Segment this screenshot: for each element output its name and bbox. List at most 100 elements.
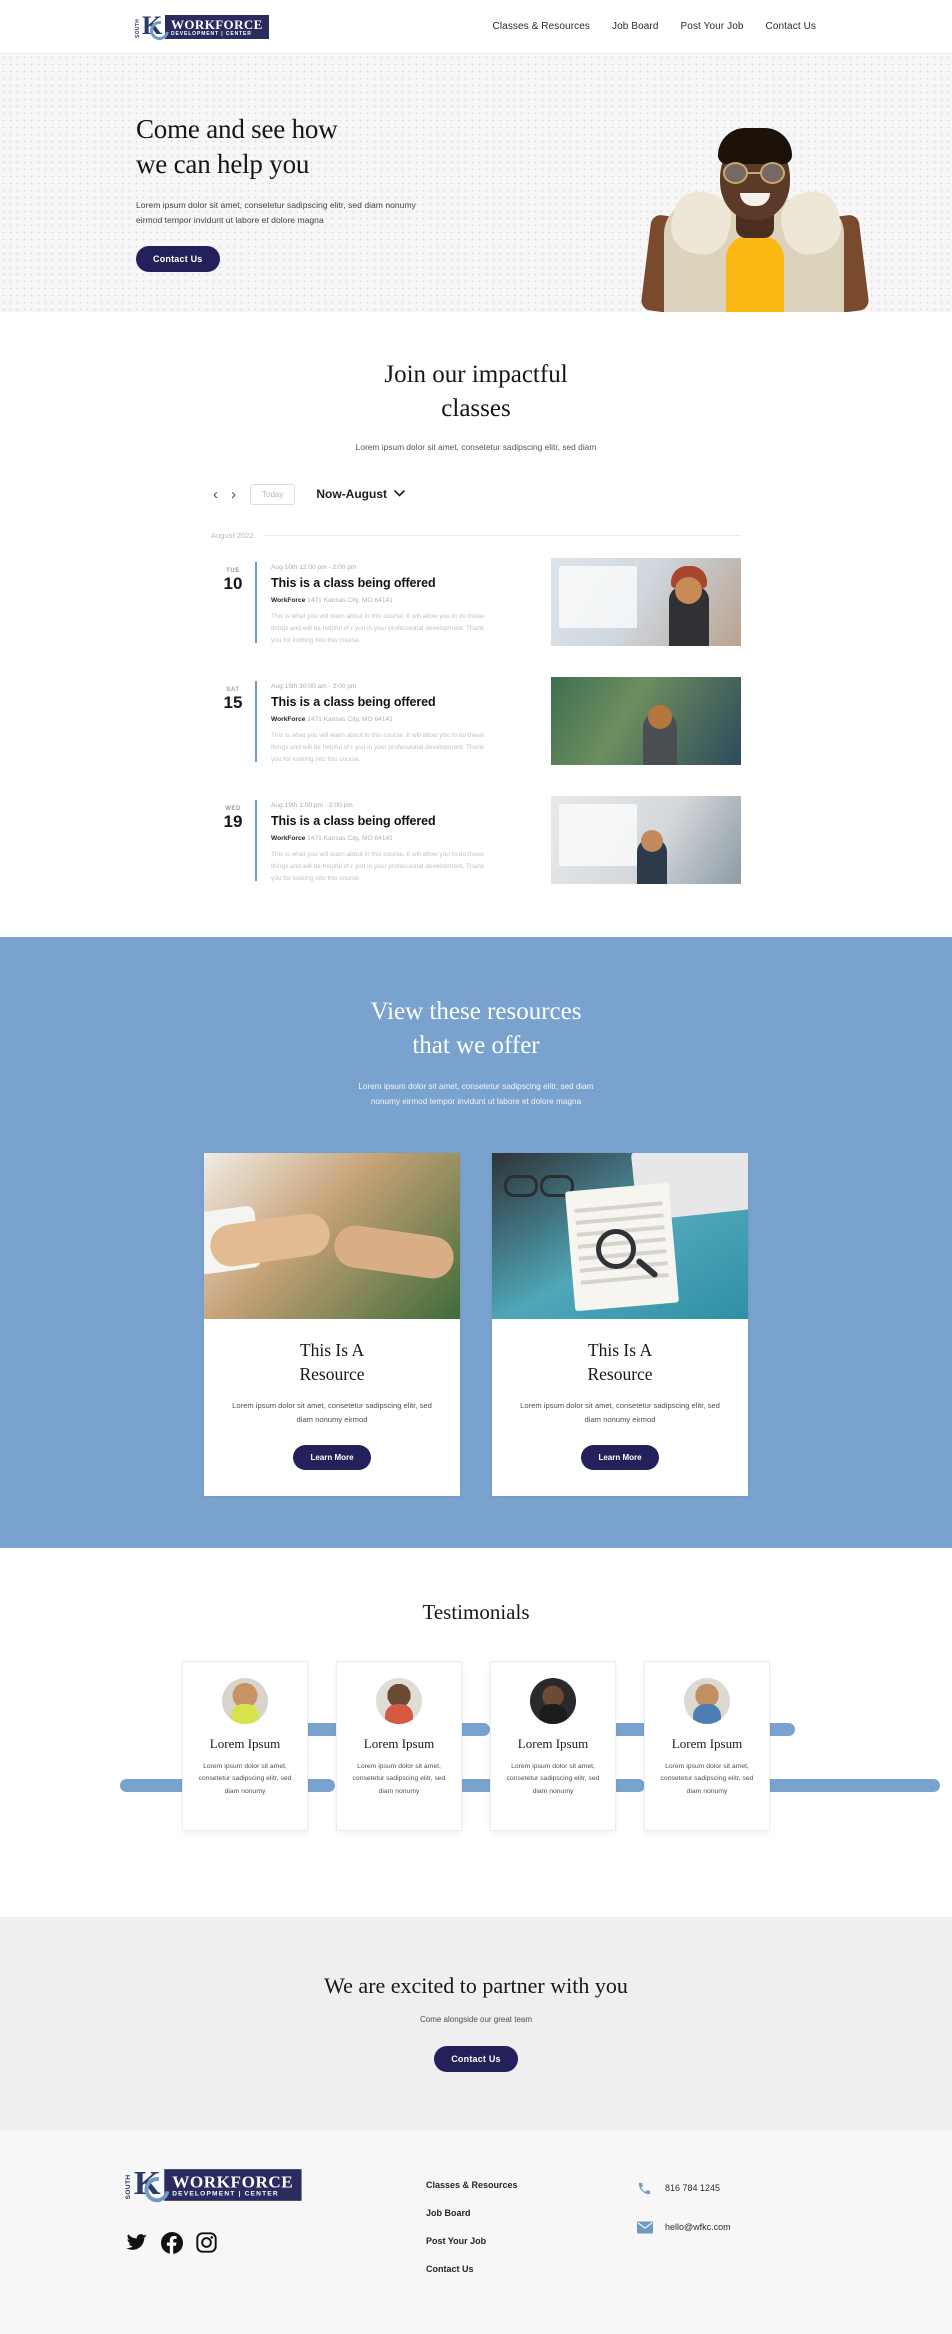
hero-section: Come and see how we can help you Lorem i…: [0, 54, 952, 312]
testimonial-card[interactable]: Lorem Ipsum Lorem ipsum dolor sit amet, …: [336, 1660, 462, 1831]
portrait-glasses-bridge: [748, 172, 760, 174]
resource-image-hand-right: [331, 1223, 457, 1282]
event-venue-address: 1471 Kansas City, MO 64141: [307, 715, 393, 723]
footer-inner: SOUTH K WORKFORCE DEVELOPMENT | CENTER C…: [125, 2166, 826, 2292]
testimonial-card[interactable]: Lorem Ipsum Lorem ipsum dolor sit amet, …: [644, 1660, 770, 1831]
event-day-number: 19: [223, 811, 243, 831]
footer-link-contact-us[interactable]: Contact Us: [426, 2264, 636, 2274]
portrait-glasses-left: [723, 162, 748, 184]
resource-card-title: This Is A Resource: [226, 1339, 438, 1386]
event-thumbnail-image: [551, 795, 741, 884]
instagram-icon[interactable]: [196, 2232, 217, 2253]
calendar-prev-icon[interactable]: ‹: [211, 487, 220, 502]
cta-section: We are excited to partner with you Come …: [0, 1916, 952, 2130]
event-venue: WorkForce 1471 Kansas City, MO 64141: [271, 835, 537, 842]
resource-learn-more-button[interactable]: Learn More: [581, 1444, 659, 1470]
avatar: [222, 1677, 268, 1724]
class-event-row[interactable]: SAT 15 Aug 15th 10:00 am - 2:00 pm This …: [211, 676, 741, 778]
site-logo[interactable]: SOUTH K WORKFORCE DEVELOPMENT | CENTER: [135, 12, 269, 44]
resource-learn-more-button[interactable]: Learn More: [293, 1444, 371, 1470]
resources-title-line2: that we offer: [412, 1032, 540, 1060]
event-venue-name: WorkForce: [271, 834, 306, 842]
nav-item-job-board[interactable]: Job Board: [612, 21, 659, 32]
nav-item-post-your-job[interactable]: Post Your Job: [681, 21, 744, 32]
event-venue: WorkForce 1471 Kansas City, MO 64141: [271, 597, 537, 604]
classes-title: Join our impactful classes: [0, 358, 952, 426]
event-venue-address: 1471 Kansas City, MO 64141: [307, 596, 393, 604]
page-root: SOUTH K WORKFORCE DEVELOPMENT | CENTER C…: [0, 0, 952, 2334]
class-event-row[interactable]: TUE 10 Aug 10th 12:00 pm - 2:00 pm This …: [211, 557, 741, 659]
calendar-range-dropdown[interactable]: Now-August: [316, 487, 405, 501]
nav-item-classes-resources[interactable]: Classes & Resources: [493, 21, 591, 32]
footer-logo-south-text: SOUTH: [124, 2174, 133, 2200]
thumbnail-whiteboard: [559, 803, 637, 866]
hero-title: Come and see how we can help you: [136, 112, 466, 181]
footer-phone-row[interactable]: 816 784 1245: [636, 2180, 731, 2197]
event-description: This is what you will learn about in thi…: [271, 731, 485, 763]
resources-subtitle: Lorem ipsum dolor sit amet, consetetur s…: [0, 1080, 952, 1110]
thumbnail-whiteboard: [559, 565, 637, 628]
footer-logo[interactable]: SOUTH K WORKFORCE DEVELOPMENT | CENTER: [124, 2165, 522, 2207]
event-title[interactable]: This is a class being offered: [271, 695, 537, 709]
event-accent-bar: [255, 680, 257, 762]
event-accent-bar: [255, 561, 257, 643]
cta-contact-us-button[interactable]: Contact Us: [434, 2045, 518, 2072]
footer-logo-wordmark: WORKFORCE DEVELOPMENT | CENTER: [164, 2168, 302, 2201]
facebook-icon[interactable]: [161, 2231, 183, 2254]
main-nav: Classes & Resources Job Board Post Your …: [493, 21, 816, 32]
calendar-next-icon[interactable]: ›: [229, 487, 238, 502]
footer-social-links: [126, 2231, 426, 2254]
event-title[interactable]: This is a class being offered: [271, 814, 537, 828]
footer-email-row[interactable]: hello@wfkc.com: [636, 2219, 731, 2236]
resource-image-glasses-left: [504, 1175, 538, 1198]
resource-card[interactable]: This Is A Resource Lorem ipsum dolor sit…: [492, 1153, 748, 1496]
hero-contact-us-button[interactable]: Contact Us: [136, 246, 220, 273]
event-accent-bar: [255, 799, 257, 881]
footer-phone-number: 816 784 1245: [665, 2183, 721, 2194]
resource-card[interactable]: This Is A Resource Lorem ipsum dolor sit…: [204, 1153, 460, 1496]
header-inner: SOUTH K WORKFORCE DEVELOPMENT | CENTER C…: [135, 12, 816, 44]
calendar-month-rule: [263, 534, 741, 536]
portrait-shirt: [726, 236, 784, 312]
cta-title: We are excited to partner with you: [324, 1972, 628, 1998]
resource-card-body: This Is A Resource Lorem ipsum dolor sit…: [492, 1319, 748, 1495]
event-venue: WorkForce 1471 Kansas City, MO 64141: [271, 716, 537, 723]
chevron-down-icon: [394, 489, 405, 500]
resource-image-handshake: [204, 1153, 460, 1320]
classes-title-line1: Join our impactful: [384, 361, 568, 388]
nav-item-contact-us[interactable]: Contact Us: [766, 21, 816, 32]
testimonial-name: Lorem Ipsum: [209, 1735, 281, 1751]
testimonials-section: Testimonials Lorem Ipsum Lorem ipsum dol…: [0, 1547, 952, 1917]
classes-title-line2: classes: [441, 394, 511, 422]
thumbnail-figure-head: [648, 704, 672, 729]
event-date: WED 19: [211, 796, 255, 832]
logo-workforce-text: WORKFORCE: [171, 16, 263, 32]
thumbnail-figure-head: [675, 576, 702, 604]
event-venue-name: WorkForce: [271, 596, 306, 604]
email-icon: [636, 2219, 653, 2236]
event-thumbnail-image: [551, 557, 741, 646]
logo-wrap: SOUTH K WORKFORCE DEVELOPMENT | CENTER: [135, 12, 269, 44]
logo-wordmark: WORKFORCE DEVELOPMENT | CENTER: [165, 14, 269, 39]
event-title[interactable]: This is a class being offered: [271, 576, 537, 590]
class-event-row[interactable]: WED 19 Aug 19th 1:00 pm - 2:00 pm This i…: [211, 795, 741, 897]
calendar-today-button[interactable]: Today: [250, 483, 296, 505]
testimonial-card[interactable]: Lorem Ipsum Lorem ipsum dolor sit amet, …: [490, 1660, 616, 1831]
testimonials-title: Testimonials: [422, 1599, 530, 1624]
testimonial-card[interactable]: Lorem Ipsum Lorem ipsum dolor sit amet, …: [182, 1660, 308, 1831]
portrait-illustration: [620, 92, 888, 312]
twitter-icon[interactable]: [126, 2233, 148, 2253]
footer-link-post-your-job[interactable]: Post Your Job: [426, 2236, 636, 2246]
footer-link-job-board[interactable]: Job Board: [426, 2208, 636, 2218]
site-header: SOUTH K WORKFORCE DEVELOPMENT | CENTER C…: [0, 0, 952, 54]
footer-logo-center-text: DEVELOPMENT | CENTER: [172, 2189, 279, 2198]
footer-logo-kc-mark: K: [134, 2165, 175, 2207]
avatar-body: [231, 1703, 259, 1724]
event-time: Aug 15th 10:00 am - 2:00 pm: [271, 682, 357, 690]
calendar-month-row: August 2022: [211, 531, 741, 540]
event-description: This is what you will learn about in thi…: [271, 612, 485, 644]
calendar-month-label: August 2022: [211, 530, 254, 540]
event-date: TUE 10: [211, 558, 255, 594]
testimonial-text: Lorem ipsum dolor sit amet, consetetur s…: [198, 1762, 292, 1795]
logo-center-text: DEVELOPMENT | CENTER: [171, 30, 252, 37]
